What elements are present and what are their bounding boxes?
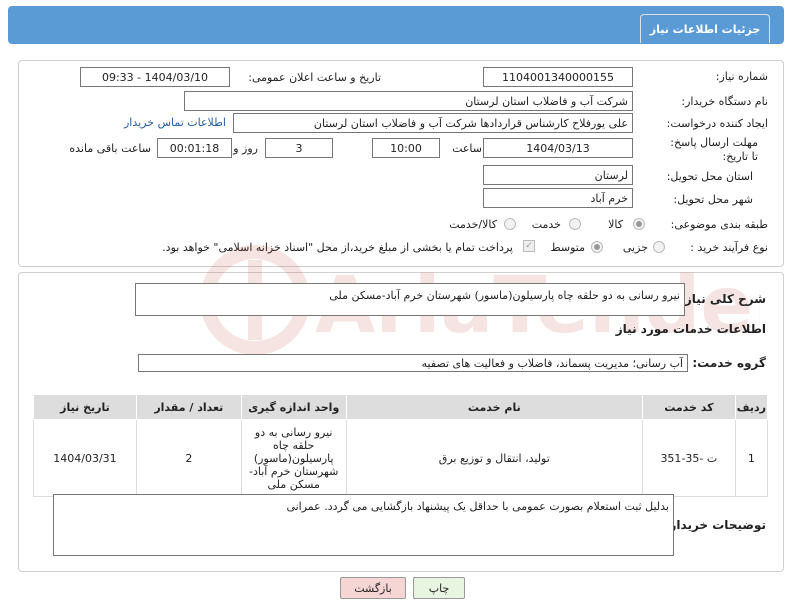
city-label: شهر محل تحویل: [673, 193, 753, 206]
announce-datetime-label: تاریخ و ساعت اعلان عمومی: [248, 71, 381, 84]
category-label: طبقه بندی موضوعی: [670, 218, 768, 231]
back-button[interactable]: بازگشت [340, 577, 406, 599]
cell-code: ت -35-351 [641, 419, 736, 497]
deadline-time-label: ساعت [452, 142, 482, 155]
cell-date: 1404/03/31 [33, 419, 137, 497]
process-minor-label: جزیی [622, 241, 648, 254]
province-field: لرستان [483, 165, 633, 185]
category-goods-radio[interactable] [633, 218, 645, 230]
process-medium-label: متوسط [550, 241, 585, 254]
process-medium-radio[interactable] [591, 241, 603, 253]
col-code: کد خدمت [641, 394, 736, 420]
service-group-field: آب رسانی؛ مدیریت پسماند، فاضلاب و فعالیت… [138, 354, 688, 372]
services-table: ردیف کد خدمت نام خدمت واحد اندازه گیری ت… [33, 394, 769, 497]
announce-datetime-field: 1404/03/10 - 09:33 [80, 67, 230, 87]
buyer-notes-label: توضیحات خریدار: [664, 518, 766, 532]
treasury-payment-note: پرداخت تمام یا بخشی از مبلغ خرید،از محل … [162, 241, 513, 254]
col-qty: تعداد / مقدار [135, 394, 242, 420]
need-number-label: شماره نیاز: [715, 70, 768, 83]
creator-label: ایجاد کننده درخواست: [666, 117, 768, 130]
service-group-label: گروه خدمت: [692, 356, 766, 370]
process-minor-radio[interactable] [653, 241, 665, 253]
table-header-row: ردیف کد خدمت نام خدمت واحد اندازه گیری ت… [33, 394, 769, 420]
buyer-org-field: شرکت آب و فاضلاب استان لرستان [184, 91, 633, 111]
category-service-label: خدمت [531, 218, 561, 231]
col-date: تاریخ نیاز [33, 394, 137, 420]
category-goods-service-radio[interactable] [504, 218, 516, 230]
category-goods-label: کالا [608, 218, 623, 231]
cell-unit: نیرو رسانی به دو حلقه چاه پارسیلون(ماسور… [240, 419, 347, 497]
deadline-label: مهلت ارسال پاسخ: تا تاریخ: [670, 136, 758, 163]
deadline-date-field: 1404/03/13 [483, 138, 633, 158]
buyer-contact-link[interactable]: اطلاعات تماس خریدار [124, 116, 226, 129]
province-label: استان محل تحویل: [666, 170, 753, 183]
cell-row: 1 [734, 419, 769, 497]
description-label: شرح کلی نیاز: [680, 292, 766, 306]
col-row: ردیف [734, 394, 769, 420]
page-title: جزئیات اطلاعات نیاز [640, 14, 770, 43]
services-title: اطلاعات خدمات مورد نیاز [615, 322, 766, 336]
category-service-radio[interactable] [569, 218, 581, 230]
days-field: 3 [265, 138, 333, 158]
cell-qty: 2 [135, 419, 242, 497]
creator-field: علی یورفلاح کارشناس قراردادها شرکت آب و … [233, 113, 633, 133]
need-number-field: 1104001340000155 [483, 67, 633, 87]
days-label: روز و [233, 142, 258, 155]
buyer-notes-field[interactable]: بدلیل ثبت استعلام بصورت عمومی با حداقل ی… [53, 494, 674, 556]
deadline-time-field: 10:00 [372, 138, 440, 158]
print-button[interactable]: چاپ [413, 577, 465, 599]
remaining-time-label: ساعت باقی مانده [69, 142, 151, 155]
table-row: 1 ت -35-351 تولید، انتقال و توزیع برق نی… [33, 419, 769, 497]
remaining-time-field: 00:01:18 [157, 138, 232, 158]
buyer-org-label: نام دستگاه خریدار: [681, 95, 768, 108]
cell-name: تولید، انتقال و توزیع برق [345, 419, 643, 497]
category-goods-service-label: کالا/خدمت [449, 218, 497, 231]
description-field[interactable]: نیرو رسانی به دو حلقه چاه پارسیلون(ماسور… [135, 283, 685, 316]
col-unit: واحد اندازه گیری [240, 394, 347, 420]
process-label: نوع فرآیند خرید : [690, 241, 768, 254]
city-field: خرم آباد [483, 188, 633, 208]
treasury-payment-checkbox[interactable]: ✓ [523, 240, 535, 252]
col-name: نام خدمت [345, 394, 643, 420]
